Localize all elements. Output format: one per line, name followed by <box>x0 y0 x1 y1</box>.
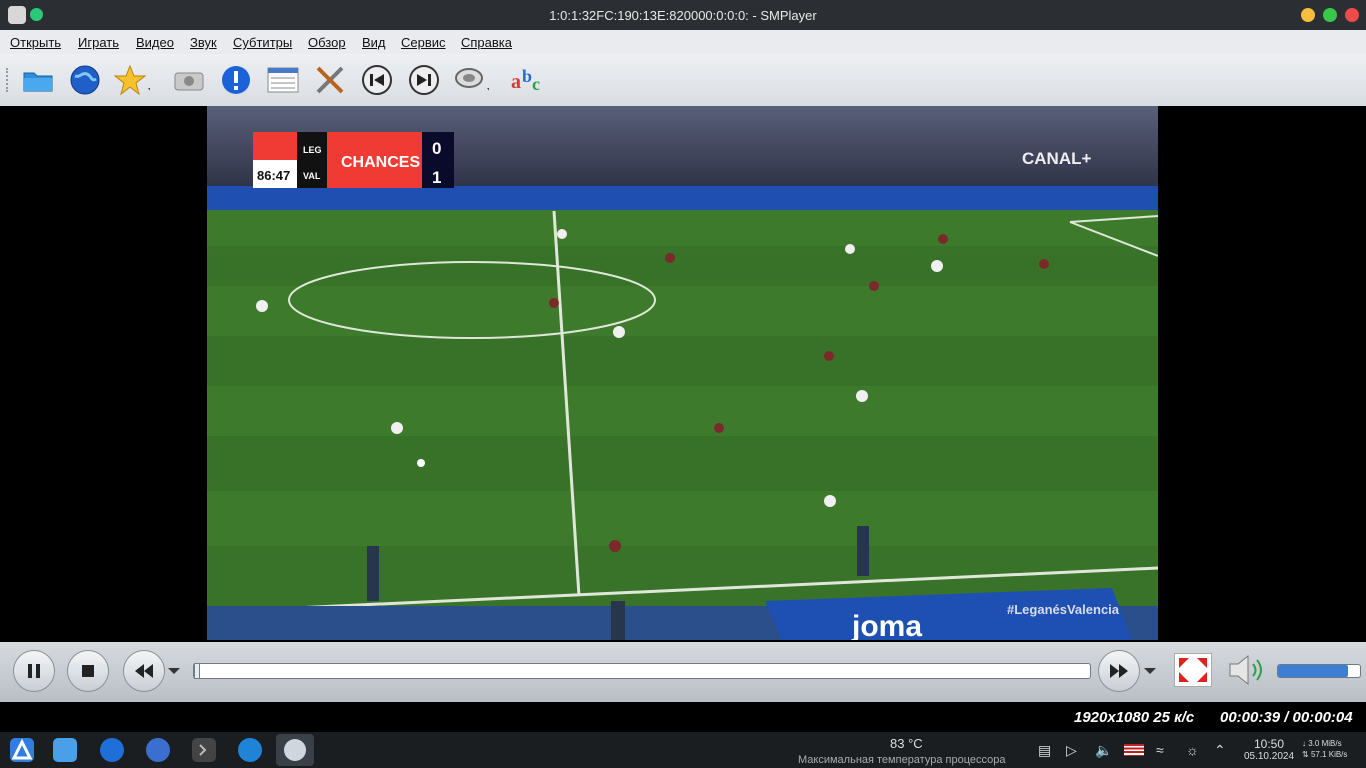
pause-button[interactable] <box>13 650 55 692</box>
cpu-temperature-label: Максимальная температура процессора <box>798 754 1006 766</box>
net-down: 3.0 MiB/s <box>1308 739 1342 748</box>
away-team: VAL <box>303 171 321 181</box>
status-bar: 1920x1080 25 к/с 00:00:39 / 00:00:04 <box>0 702 1366 732</box>
next-track-icon[interactable] <box>406 62 442 98</box>
net-down-arrow-icon: ↓ <box>1302 739 1306 748</box>
football-match-frame: joma 86:47 LEG VAL CHANCES 0 1 CANAL+ #L… <box>207 106 1158 640</box>
video-area[interactable]: joma 86:47 LEG VAL CHANCES 0 1 CANAL+ #L… <box>0 106 1366 642</box>
globe-icon[interactable] <box>67 62 103 98</box>
fullscreen-button[interactable] <box>1174 653 1212 687</box>
clipboard-icon[interactable]: ▤ <box>1038 742 1051 759</box>
svg-text:b: b <box>522 66 532 86</box>
toolbar-grip[interactable] <box>6 68 12 92</box>
fullscreen-icon <box>1179 658 1207 682</box>
menu-video[interactable]: Видео <box>136 35 174 50</box>
close-button[interactable] <box>1345 8 1359 22</box>
subtitles-abc-icon[interactable]: abc <box>510 62 546 98</box>
home-score: 0 <box>432 139 441 158</box>
playback-controls <box>0 642 1366 702</box>
forward-icon <box>1110 664 1128 678</box>
clock[interactable]: 10:50 05.10.2024 <box>1242 737 1296 762</box>
video-resolution: 1920x1080 25 к/с <box>1074 709 1195 726</box>
window-titlebar: 1:0:1:32FC:190:13E:820000:0:0:0: - SMPla… <box>0 0 1366 30</box>
menu-subtitles[interactable]: Субтитры <box>233 35 292 50</box>
brightness-icon[interactable]: ☼ <box>1186 742 1199 758</box>
menu-tools[interactable]: Сервис <box>401 35 446 50</box>
keyboard-layout-us-flag-icon[interactable] <box>1124 744 1144 756</box>
seek-handle[interactable] <box>194 663 200 679</box>
scoreboard-banner: CHANCES <box>341 154 420 171</box>
file-manager-icon[interactable] <box>53 738 77 762</box>
cpu-temperature: 83 °C <box>890 736 923 751</box>
window-title: 1:0:1:32FC:190:13E:820000:0:0:0: - SMPla… <box>549 8 817 23</box>
preferences-tools-icon[interactable] <box>312 62 348 98</box>
favorites-star-icon[interactable] <box>114 62 150 98</box>
rewind-button[interactable] <box>123 650 165 692</box>
rewind-menu-chevron-icon[interactable] <box>166 666 182 676</box>
menu-play[interactable]: Играть <box>78 35 119 50</box>
seek-bar[interactable] <box>193 663 1091 679</box>
menu-browse[interactable]: Обзор <box>308 35 346 50</box>
chromium-icon[interactable] <box>146 738 170 762</box>
smplayer-task-button[interactable] <box>276 734 314 766</box>
taskbar: 83 °C Максимальная температура процессор… <box>0 732 1366 768</box>
browser-icon[interactable] <box>100 738 124 762</box>
tray-expand-chevron-icon[interactable]: ⌃ <box>1214 742 1226 759</box>
volume-slider[interactable] <box>1277 664 1361 678</box>
net-up-arrow-icon: ⇅ <box>1302 750 1309 759</box>
pause-icon <box>28 664 40 678</box>
net-up: 57.1 KiB/s <box>1310 750 1348 759</box>
match-hashtag: #LeganésValencia <box>1007 602 1120 617</box>
video-frame[interactable]: joma 86:47 LEG VAL CHANCES 0 1 CANAL+ #L… <box>207 106 1158 640</box>
menu-audio[interactable]: Звук <box>190 35 217 50</box>
playlist-icon[interactable] <box>265 62 301 98</box>
smplayer-task-icon <box>284 739 306 761</box>
menu-help[interactable]: Справка <box>461 35 512 50</box>
forward-button[interactable] <box>1098 650 1140 692</box>
network-speed: ↓ 3.0 MiB/s ⇅ 57.1 KiB/s <box>1302 738 1347 760</box>
forward-menu-chevron-icon[interactable] <box>1142 666 1158 676</box>
match-clock: 86:47 <box>257 168 290 183</box>
svg-text:a: a <box>511 71 521 93</box>
stop-icon <box>82 665 94 677</box>
clock-date: 05.10.2024 <box>1243 751 1295 762</box>
menu-view[interactable]: Вид <box>362 35 386 50</box>
menu-open[interactable]: Открыть <box>10 35 61 50</box>
minimize-button[interactable] <box>1301 8 1315 22</box>
main-toolbar: abc <box>0 54 1366 107</box>
info-icon[interactable] <box>218 62 254 98</box>
previous-track-icon[interactable] <box>359 62 395 98</box>
audio-track-icon[interactable] <box>453 62 489 98</box>
menubar: Открыть Играть Видео Звук Субтитры Обзор… <box>0 30 1366 54</box>
media-player-icon[interactable]: ▷ <box>1066 742 1077 759</box>
screenshot-camera-icon[interactable] <box>171 62 207 98</box>
maximize-button[interactable] <box>1323 8 1337 22</box>
joma-ad-text: joma <box>851 610 922 640</box>
volume-slider-fill <box>1278 665 1348 677</box>
terminal-icon[interactable] <box>192 738 216 762</box>
broadcaster-logo: CANAL+ <box>1022 149 1091 168</box>
laliga-logo <box>253 132 297 160</box>
app-store-icon[interactable] <box>238 738 262 762</box>
home-team: LEG <box>303 145 322 155</box>
clock-time: 10:50 <box>1253 737 1285 751</box>
volume-speaker-icon[interactable] <box>1226 652 1266 688</box>
app-launcher-icon[interactable] <box>10 738 34 762</box>
away-score: 1 <box>432 168 441 187</box>
folder-icon[interactable] <box>20 62 56 98</box>
wifi-icon[interactable]: ≈ <box>1156 742 1164 758</box>
volume-tray-icon[interactable]: 🔈 <box>1095 742 1112 759</box>
stop-button[interactable] <box>67 650 109 692</box>
playback-time: 00:00:39 / 00:00:04 <box>1220 709 1353 726</box>
rewind-icon <box>135 664 153 678</box>
svg-text:c: c <box>532 74 540 94</box>
